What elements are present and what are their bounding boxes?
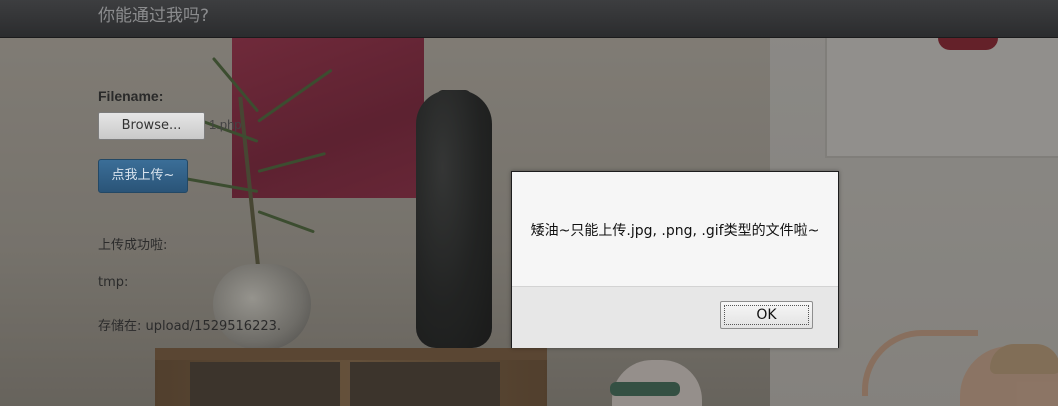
navbar: 你能通过我吗?	[0, 0, 1058, 38]
alert-dialog-footer: OK	[512, 286, 838, 348]
upload-submit-button[interactable]: 点我上传~	[98, 159, 188, 193]
filename-label: Filename:	[98, 88, 164, 104]
selected-file-name: 1.php	[209, 117, 242, 132]
alert-dialog-body: 矮油~只能上传.jpg, .png, .gif类型的文件啦~	[512, 172, 838, 286]
tmp-label: tmp:	[98, 275, 129, 290]
ok-button[interactable]: OK	[720, 301, 813, 329]
stored-path-label: 存储在: upload/1529516223.	[98, 319, 282, 334]
site-title[interactable]: 你能通过我吗?	[98, 1, 209, 26]
alert-message: 矮油~只能上传.jpg, .png, .gif类型的文件啦~	[530, 223, 820, 239]
alert-dialog: 矮油~只能上传.jpg, .png, .gif类型的文件啦~ OK	[511, 171, 839, 348]
browse-button[interactable]: Browse...	[98, 112, 205, 140]
page: 你能通过我吗? Filename: Browse... 1.php 点我上传~ …	[0, 0, 1058, 406]
upload-success-label: 上传成功啦:	[98, 238, 168, 253]
